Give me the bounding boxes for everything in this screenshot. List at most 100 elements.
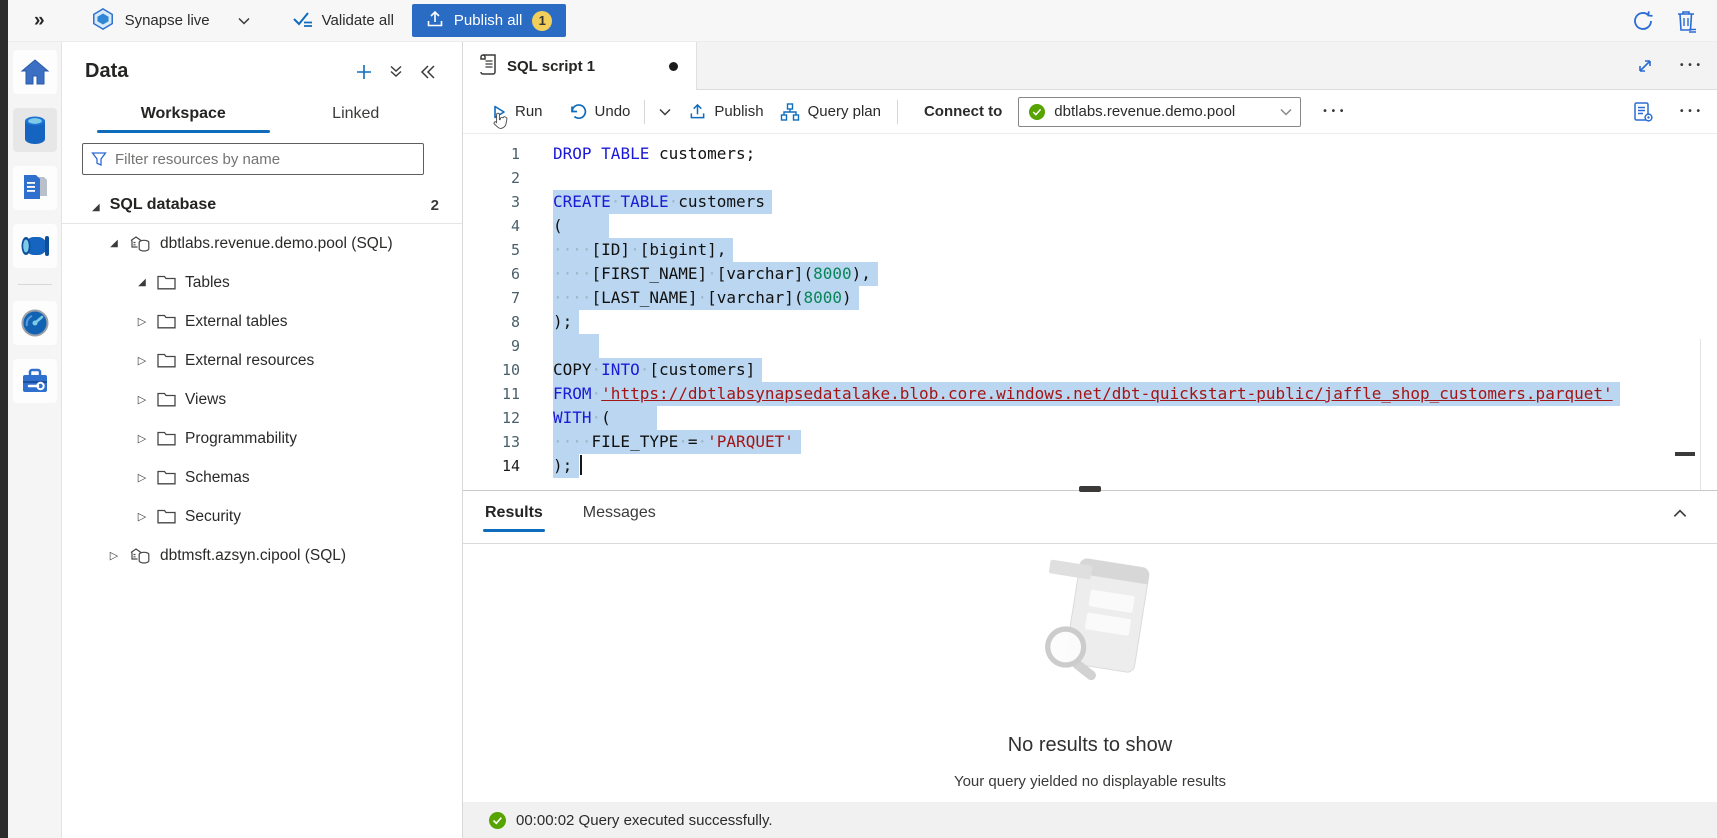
- undo-button[interactable]: Undo: [569, 103, 631, 120]
- editor-toolbar: Run Undo Publish: [463, 90, 1717, 134]
- document-icon: [22, 174, 48, 202]
- tree-item-dbtmsft-azsyn-cipool-sql[interactable]: dbtmsft.azsyn.cipool (SQL): [62, 536, 462, 575]
- tree-item-security[interactable]: Security: [62, 497, 462, 536]
- rail-item-integrate[interactable]: [13, 224, 57, 268]
- tree-item-programmability[interactable]: Programmability: [62, 419, 462, 458]
- expand-arrow-icon[interactable]: [135, 315, 149, 328]
- mode-selector[interactable]: Synapse live: [91, 7, 250, 35]
- tree-item-external-tables[interactable]: External tables: [62, 302, 462, 341]
- line-number: 1: [463, 142, 520, 166]
- expand-arrow-icon[interactable]: [135, 510, 149, 523]
- query-plan-button[interactable]: Query plan: [780, 103, 881, 121]
- editor-pane: SQL script 1 Run: [463, 42, 1717, 838]
- chevron-down-icon[interactable]: [238, 17, 250, 25]
- publish-button[interactable]: Publish: [689, 103, 763, 120]
- code-editor[interactable]: 1DROP TABLE customers;23CREATE·TABLE·cus…: [463, 134, 1717, 490]
- connect-to-label: Connect to: [924, 103, 1002, 120]
- rail-item-manage[interactable]: [13, 359, 57, 403]
- code-line-2[interactable]: 2: [463, 166, 1717, 190]
- tree-item-dbtlabs-revenue-demo-pool-sql[interactable]: dbtlabs.revenue.demo.pool (SQL): [62, 224, 462, 263]
- collapse-panel-button[interactable]: [420, 65, 436, 79]
- rail-divider: [18, 284, 52, 285]
- expand-arrow-icon[interactable]: [135, 393, 149, 406]
- code-line-7[interactable]: 7····[LAST_NAME]·[varchar](8000): [463, 286, 1717, 310]
- expand-arrow-icon[interactable]: [135, 471, 149, 484]
- status-bar: 00:00:02 Query executed successfully.: [463, 802, 1717, 838]
- run-options-chevron[interactable]: [659, 108, 671, 116]
- collapse-arrow-icon[interactable]: [107, 238, 121, 249]
- filter-resources-box: [82, 143, 424, 175]
- code-line-6[interactable]: 6····[FIRST_NAME]·[varchar](8000),: [463, 262, 1717, 286]
- scrollbar-gutter: [1700, 339, 1701, 490]
- database-icon: [22, 115, 48, 145]
- line-number: 2: [463, 166, 520, 190]
- tree-item-label: Views: [185, 391, 226, 409]
- properties-button[interactable]: [1632, 101, 1654, 123]
- expand-rail-icon[interactable]: »: [34, 10, 45, 32]
- add-resource-button[interactable]: [356, 64, 372, 80]
- scrollbar-thumb[interactable]: [1675, 452, 1695, 456]
- tree-item-label: dbtlabs.revenue.demo.pool (SQL): [160, 235, 393, 253]
- play-icon: [491, 104, 507, 120]
- collapse-results-button[interactable]: [1673, 509, 1687, 518]
- tab-more-button[interactable]: [1680, 57, 1701, 74]
- publish-all-button[interactable]: Publish all 1: [412, 4, 566, 37]
- code-line-4[interactable]: 4(: [463, 214, 1717, 238]
- refresh-button[interactable]: [1631, 9, 1655, 33]
- connect-to-dropdown[interactable]: dbtlabs.revenue.demo.pool: [1018, 97, 1301, 127]
- tree-item-label: External tables: [185, 313, 288, 331]
- tab-results[interactable]: Results: [483, 500, 545, 534]
- tab-linked[interactable]: Linked: [270, 99, 443, 133]
- toolbar-more-button[interactable]: [1323, 103, 1344, 120]
- document-tabbar: SQL script 1: [463, 42, 1717, 90]
- code-line-13[interactable]: 13····FILE_TYPE·=·'PARQUET': [463, 430, 1717, 454]
- code-line-5[interactable]: 5····[ID]·[bigint],: [463, 238, 1717, 262]
- code-line-10[interactable]: 10COPY·INTO·[customers]: [463, 358, 1717, 382]
- collapse-arrow-icon[interactable]: [135, 277, 149, 288]
- discard-all-button[interactable]: [1675, 9, 1697, 33]
- collapse-all-button[interactable]: [389, 65, 403, 78]
- tree-item-label: Security: [185, 508, 241, 526]
- expand-arrow-icon[interactable]: [107, 549, 121, 562]
- rail-item-data[interactable]: [13, 108, 57, 152]
- query-status-text: 00:00:02 Query executed successfully.: [516, 812, 773, 829]
- tree-item-external-resources[interactable]: External resources: [62, 341, 462, 380]
- pane-splitter-handle[interactable]: [1079, 486, 1101, 492]
- tab-messages[interactable]: Messages: [581, 500, 658, 534]
- line-number: 3: [463, 190, 520, 214]
- filter-resources-input[interactable]: [115, 151, 415, 168]
- code-line-14[interactable]: 14);: [463, 454, 1717, 478]
- folder-icon: [157, 470, 176, 485]
- undo-icon: [569, 104, 587, 120]
- code-line-9[interactable]: 9: [463, 334, 1717, 358]
- folder-icon: [157, 392, 176, 407]
- tab-sql-script-1[interactable]: SQL script 1: [463, 42, 697, 90]
- code-line-11[interactable]: 11FROM·'https://dbtlabsynapsedatalake.bl…: [463, 382, 1717, 406]
- run-button[interactable]: Run: [491, 103, 543, 120]
- validate-all-button[interactable]: Validate all: [292, 10, 394, 32]
- line-number: 6: [463, 262, 520, 286]
- connected-pool-name: dbtlabs.revenue.demo.pool: [1054, 103, 1280, 120]
- home-icon: [20, 59, 50, 85]
- expand-editor-button[interactable]: [1636, 57, 1654, 75]
- tree-item-views[interactable]: Views: [62, 380, 462, 419]
- code-line-1[interactable]: 1DROP TABLE customers;: [463, 142, 1717, 166]
- tree-section-sql-database[interactable]: SQL database 2: [62, 187, 462, 224]
- code-line-12[interactable]: 12WITH·(: [463, 406, 1717, 430]
- code-line-3[interactable]: 3CREATE·TABLE·customers: [463, 190, 1717, 214]
- line-number: 9: [463, 334, 520, 358]
- gauge-icon: [21, 309, 49, 337]
- collapse-arrow-icon[interactable]: [92, 197, 100, 214]
- rail-item-develop[interactable]: [13, 166, 57, 210]
- expand-arrow-icon[interactable]: [135, 432, 149, 445]
- tree-item-tables[interactable]: Tables: [62, 263, 462, 302]
- code-line-8[interactable]: 8);: [463, 310, 1717, 334]
- tree-item-schemas[interactable]: Schemas: [62, 458, 462, 497]
- toolbar-separator: [644, 100, 645, 124]
- chevron-down-icon: [659, 108, 671, 116]
- expand-arrow-icon[interactable]: [135, 354, 149, 367]
- rail-item-monitor[interactable]: [13, 301, 57, 345]
- tab-workspace[interactable]: Workspace: [97, 99, 270, 133]
- rail-item-home[interactable]: [13, 50, 57, 94]
- editor-more-button[interactable]: [1680, 103, 1701, 120]
